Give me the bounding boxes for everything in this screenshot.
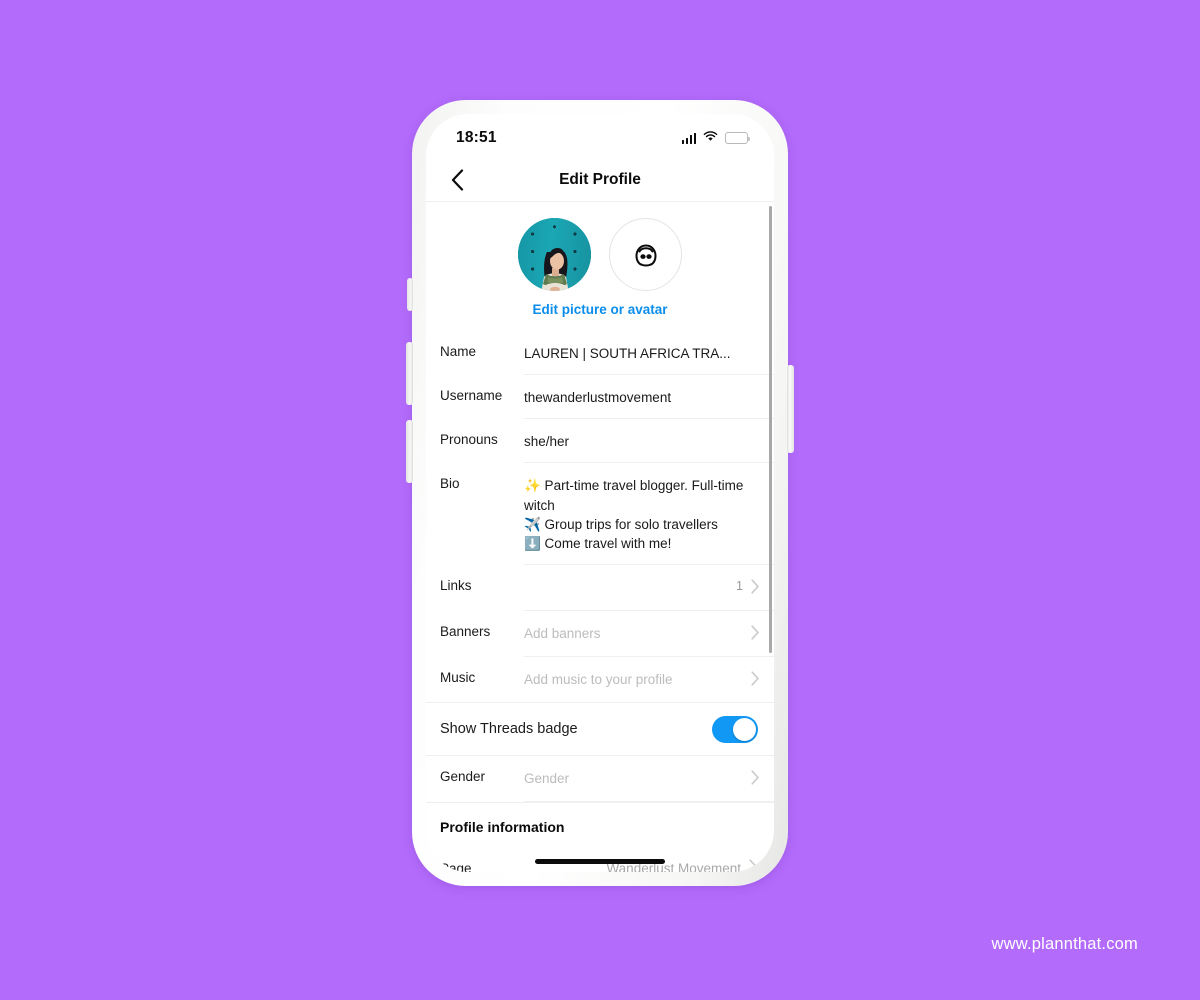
gender-row[interactable]: Gender Gender xyxy=(426,756,774,803)
signal-bars-icon xyxy=(681,132,696,144)
form-row[interactable]: Links 1 xyxy=(426,565,774,612)
status-icons xyxy=(681,129,751,147)
photo-person xyxy=(540,248,569,291)
navigation-bar: Edit Profile xyxy=(426,158,774,202)
profile-information-header: Profile information xyxy=(440,819,565,836)
gender-value: Gender xyxy=(524,771,570,787)
silent-switch-button[interactable] xyxy=(407,278,413,311)
avatar-section: Edit picture or avatar xyxy=(426,202,774,331)
chevron-right-icon xyxy=(751,671,760,691)
form-row[interactable]: Bio ✨ Part-time travel blogger. Full-time… xyxy=(426,463,774,566)
chevron-right-icon xyxy=(751,625,760,645)
row-label: Name xyxy=(440,344,477,359)
show-threads-badge-row[interactable]: Show Threads badge xyxy=(426,703,774,757)
row-label: Banners xyxy=(440,624,491,640)
row-value: thewanderlustmovement xyxy=(524,390,672,406)
form-rows: Name LAUREN | SOUTH AFRICA TRA... Username… xyxy=(426,331,774,702)
row-value: she/her xyxy=(524,434,570,450)
page-title: Edit Profile xyxy=(559,170,641,188)
row-label: Pronouns xyxy=(440,432,498,448)
avatar-row xyxy=(426,218,774,291)
chevron-right-icon xyxy=(751,579,760,599)
form-row[interactable]: Username thewanderlustmovement xyxy=(426,375,774,420)
profile-photo[interactable] xyxy=(518,218,591,291)
back-button[interactable] xyxy=(444,167,470,193)
wifi-icon xyxy=(703,129,718,147)
volume-up-button[interactable] xyxy=(406,342,413,405)
form-row[interactable]: Banners Add banners xyxy=(426,611,774,658)
status-bar: 18:51 xyxy=(426,114,774,158)
row-value: Add music to your profile xyxy=(524,672,673,688)
row-label: Bio xyxy=(440,476,460,492)
show-threads-badge-toggle[interactable] xyxy=(712,715,758,743)
form-row[interactable]: Music Add music to your profile xyxy=(426,657,774,702)
row-label: Music xyxy=(440,670,476,686)
row-value: ✨ Part-time travel blogger. Full-time wi… xyxy=(524,478,744,551)
edit-picture-or-avatar-link[interactable]: Edit picture or avatar xyxy=(426,302,774,317)
watermark: www.plannthat.com xyxy=(991,935,1138,953)
gender-label: Gender xyxy=(440,769,486,785)
row-value: Add banners xyxy=(524,626,601,642)
phone-screen: 18:51 Edit Profile Edit picture or avata… xyxy=(426,114,774,872)
phone-device-frame: 18:51 Edit Profile Edit picture or avata… xyxy=(406,100,794,886)
show-threads-badge-label: Show Threads badge xyxy=(440,721,578,738)
avatar-face-icon xyxy=(635,244,656,266)
chevron-right-icon xyxy=(749,858,758,872)
form-row[interactable]: Pronouns she/her xyxy=(426,419,774,464)
row-label: Links xyxy=(440,578,472,594)
vertical-scrollbar[interactable] xyxy=(768,206,772,653)
avatar-button[interactable] xyxy=(609,218,682,291)
edit-profile-form: Edit picture or avatar Name LAUREN | SOUT… xyxy=(426,202,774,872)
form-row[interactable]: Name LAUREN | SOUTH AFRICA TRA... xyxy=(426,331,774,376)
home-indicator[interactable] xyxy=(535,859,665,864)
volume-down-button[interactable] xyxy=(406,420,413,483)
status-time: 18:51 xyxy=(456,129,497,146)
row-count: 1 xyxy=(736,579,743,594)
battery-low-icon xyxy=(725,132,751,144)
power-button[interactable] xyxy=(787,365,794,453)
row-value: LAUREN | SOUTH AFRICA TRA... xyxy=(524,346,731,361)
row-label: Username xyxy=(440,388,503,404)
chevron-right-icon xyxy=(751,770,760,790)
